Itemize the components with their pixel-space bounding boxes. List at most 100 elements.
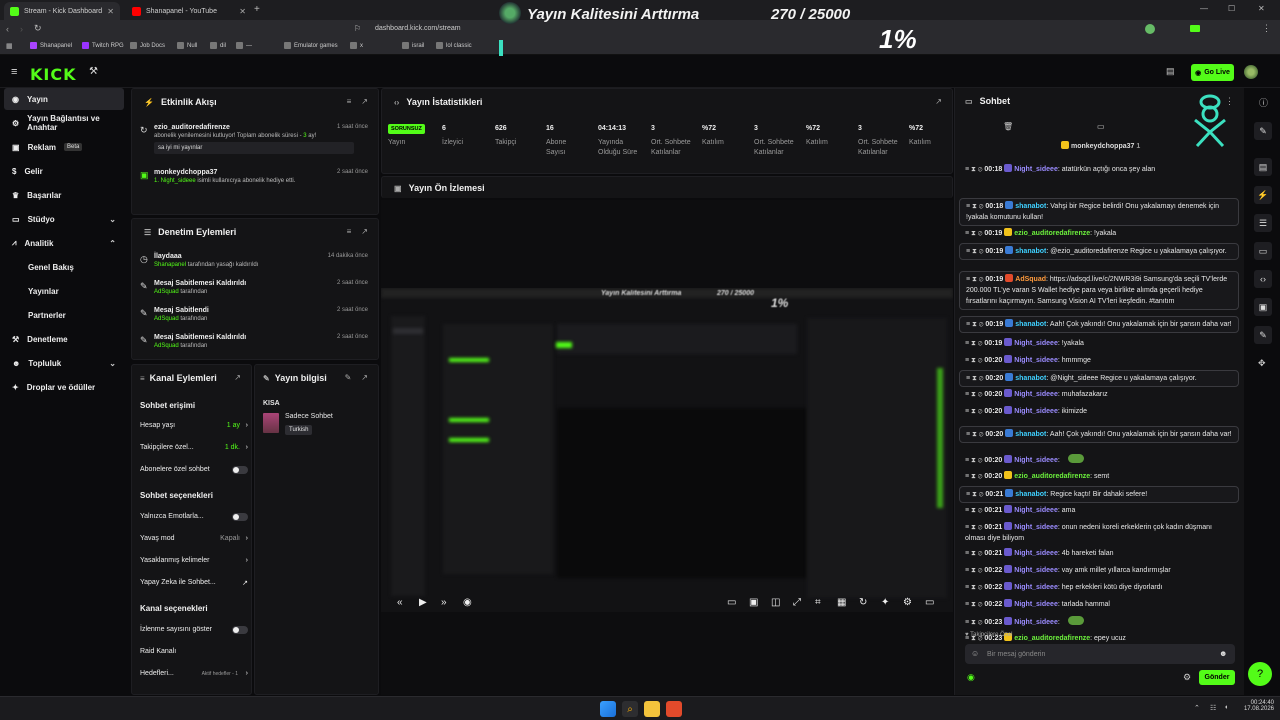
followers-only-setting[interactable]: Takipçilere özel... 1 dk. › — [140, 444, 248, 451]
settings-gear-icon[interactable]: ⚙ — [903, 597, 912, 608]
hamburger-menu-icon[interactable]: ≡ — [11, 66, 17, 78]
subs-only-toggle[interactable] — [232, 465, 248, 474]
stats-icon[interactable]: ▦ — [837, 597, 846, 608]
kick-coin-icon[interactable]: ◉ — [967, 672, 975, 683]
filter-icon[interactable]: ≡ — [347, 97, 352, 106]
message-username[interactable]: Night_sideee — [1014, 340, 1058, 347]
message-username[interactable]: Night_sideee — [1014, 391, 1058, 398]
message-username[interactable]: Night_sideee — [1014, 357, 1058, 364]
refresh-icon[interactable]: ↻ — [859, 597, 867, 608]
tray-chevron-icon[interactable]: ⌃ — [1194, 704, 1200, 712]
chat-input[interactable]: Bir mesaj gönderin — [965, 644, 1235, 664]
popout-icon[interactable]: ↗ — [361, 97, 368, 106]
extension-icon[interactable] — [1190, 25, 1200, 32]
sidebar-item-reklam[interactable]: ▣ Reklam Beta — [4, 136, 124, 158]
bookmark-shanapanel[interactable]: Shanapanel — [30, 42, 72, 49]
close-tab-icon[interactable]: ✕ — [239, 7, 246, 16]
sidebar-item-topluluk[interactable]: ☻ Topluluk ⌄ — [4, 352, 124, 374]
message-mod-tools-icon[interactable]: ≡ ⧗ ⊘ — [965, 357, 984, 364]
message-mod-tools-icon[interactable]: ≡ ⧗ ⊘ — [965, 408, 984, 415]
bookmark-emulator-games[interactable]: Emulator games — [284, 42, 338, 49]
message-mod-tools-icon[interactable]: ≡ ⧗ ⊘ — [965, 340, 984, 347]
hammer-icon[interactable]: ⚒ — [89, 66, 98, 77]
chat-settings-icon[interactable]: ⚙ — [1183, 672, 1191, 683]
banned-words-setting[interactable]: Yasaklanmış kelimeler › — [140, 557, 248, 564]
message-mod-tools-icon[interactable]: ≡ ⧗ ⊘ — [965, 166, 984, 173]
sidebar-item-droplar[interactable]: ✦ Droplar ve ödüller — [4, 376, 124, 398]
tab-youtube[interactable]: Shanapanel - YouTube ✕ — [126, 2, 252, 20]
popout-icon[interactable]: ↗ — [361, 373, 368, 382]
send-button[interactable]: Gönder — [1199, 670, 1235, 685]
sidebar-item-yayin[interactable]: ◉ Yayın — [4, 88, 124, 110]
tab-stream[interactable]: Stream - Kick Dashboard ✕ — [4, 2, 120, 20]
sidebar-item-denetleme[interactable]: ⚒ Denetleme — [4, 328, 124, 350]
volume-icon[interactable]: ◉ — [463, 597, 472, 608]
bookmark-x[interactable]: x — [350, 42, 363, 49]
bookmark-israil[interactable]: israil — [402, 42, 424, 49]
message-username[interactable]: Night_sideee — [1014, 601, 1058, 608]
message-username[interactable]: shanabot — [1015, 491, 1046, 498]
sidebar-item-stream-key[interactable]: ⚙ Yayın Bağlantısı ve Anahtar — [4, 112, 124, 134]
message-username[interactable]: shanabot — [1015, 321, 1046, 328]
bookmark-null[interactable]: Null — [177, 42, 197, 49]
message-mod-tools-icon[interactable]: ≡ ⧗ ⊘ — [966, 276, 985, 283]
trash-icon[interactable]: 🗑 — [1003, 122, 1013, 131]
rewind-icon[interactable]: « — [397, 597, 403, 608]
user-avatar[interactable] — [1244, 65, 1258, 79]
sidebar-item-analitik[interactable]: ⩘ Analitik ⌃ — [4, 232, 124, 254]
bookmark-dash[interactable]: — — [236, 42, 252, 49]
emoji-icon[interactable]: ☻ — [1219, 649, 1227, 658]
message-username[interactable]: Night_sideee — [1014, 567, 1058, 574]
forward-icon[interactable]: › — [20, 24, 23, 34]
play-icon[interactable]: ▶ — [419, 597, 427, 608]
sidebar-item-genel-bakis[interactable]: Genel Bakış — [28, 263, 74, 272]
fullscreen-icon[interactable]: ▭ — [925, 597, 934, 608]
expand-icon[interactable]: ⤢ — [793, 597, 801, 608]
minimize-icon[interactable]: — — [1200, 4, 1208, 13]
message-mod-tools-icon[interactable]: ≡ ⧗ ⊘ — [965, 524, 984, 531]
message-username[interactable]: Night_sideee — [1014, 457, 1058, 464]
back-icon[interactable]: ‹ — [6, 24, 9, 34]
message-username[interactable]: Night_sideee — [1014, 408, 1058, 415]
profile-avatar[interactable] — [1145, 24, 1155, 34]
bookmark-icon[interactable]: ⚐ — [354, 24, 361, 33]
camera-icon[interactable]: ▭ — [727, 597, 736, 608]
popout-icon[interactable]: ↗ — [935, 97, 942, 106]
bookmark-twitch-rpg[interactable]: Twitch RPG — [82, 42, 124, 49]
sparkle-icon[interactable]: ✦ — [881, 597, 889, 608]
show-viewers-toggle[interactable] — [232, 625, 248, 634]
shield-rail-icon[interactable]: ▣ — [1254, 298, 1272, 316]
sidebar-item-basarilar[interactable]: ♛ Başarılar — [4, 184, 124, 206]
message-mod-tools-icon[interactable]: ≡ ⧗ ⊘ — [965, 473, 984, 480]
stream-preview-video[interactable]: Yayın Kalitesini Arttırma 270 / 25000 1% — [381, 288, 953, 612]
chat-bubble-icon[interactable]: ▭ — [1097, 122, 1105, 131]
message-mod-tools-icon[interactable]: ≡ ⧗ ⊘ — [966, 203, 985, 210]
clip-icon[interactable]: ◫ — [771, 597, 780, 608]
activity-rail-icon[interactable]: ⚡ — [1254, 186, 1272, 204]
bookmark-dil[interactable]: dil — [210, 42, 226, 49]
add-widget-icon[interactable]: ✥ — [1258, 358, 1266, 369]
apps-icon[interactable]: ▦ — [6, 42, 13, 50]
message-mod-tools-icon[interactable]: ≡ ⧗ ⊘ — [965, 567, 984, 574]
network-icon[interactable]: ☷ — [1210, 704, 1216, 712]
message-username[interactable]: Night_sideee — [1014, 507, 1058, 514]
message-mod-tools-icon[interactable]: ≡ ⧗ ⊘ — [965, 550, 984, 557]
go-live-button[interactable]: ◉ Go Live — [1191, 64, 1234, 81]
message-mod-tools-icon[interactable]: ≡ ⧗ ⊘ — [965, 507, 984, 514]
popout-icon[interactable]: ↗ — [234, 373, 241, 382]
message-username[interactable]: ezio_auditoredafirenze — [1014, 473, 1090, 480]
stream-category[interactable]: Sadece Sohbet — [285, 413, 333, 420]
help-button-icon[interactable]: ? — [1248, 662, 1272, 686]
close-window-icon[interactable]: ✕ — [1258, 4, 1265, 13]
search-icon[interactable]: ⌕ — [622, 701, 638, 717]
message-mod-tools-icon[interactable]: ≡ ⧗ ⊘ — [966, 248, 985, 255]
edit-icon[interactable]: ✎ — [345, 373, 352, 382]
message-mod-tools-icon[interactable]: ≡ ⧗ ⊘ — [966, 491, 985, 498]
message-username[interactable]: Night_sideee — [1014, 550, 1058, 557]
new-tab-icon[interactable]: + — [254, 4, 260, 15]
raid-channel-setting[interactable]: Raid Kanalı — [140, 648, 248, 655]
pip-icon[interactable]: ▣ — [749, 597, 758, 608]
menu-icon[interactable]: ⋮ — [1262, 23, 1271, 34]
code-rail-icon[interactable]: ‹› — [1254, 270, 1272, 288]
system-clock[interactable]: 00:24:40 17.08.2026 — [1236, 700, 1274, 712]
